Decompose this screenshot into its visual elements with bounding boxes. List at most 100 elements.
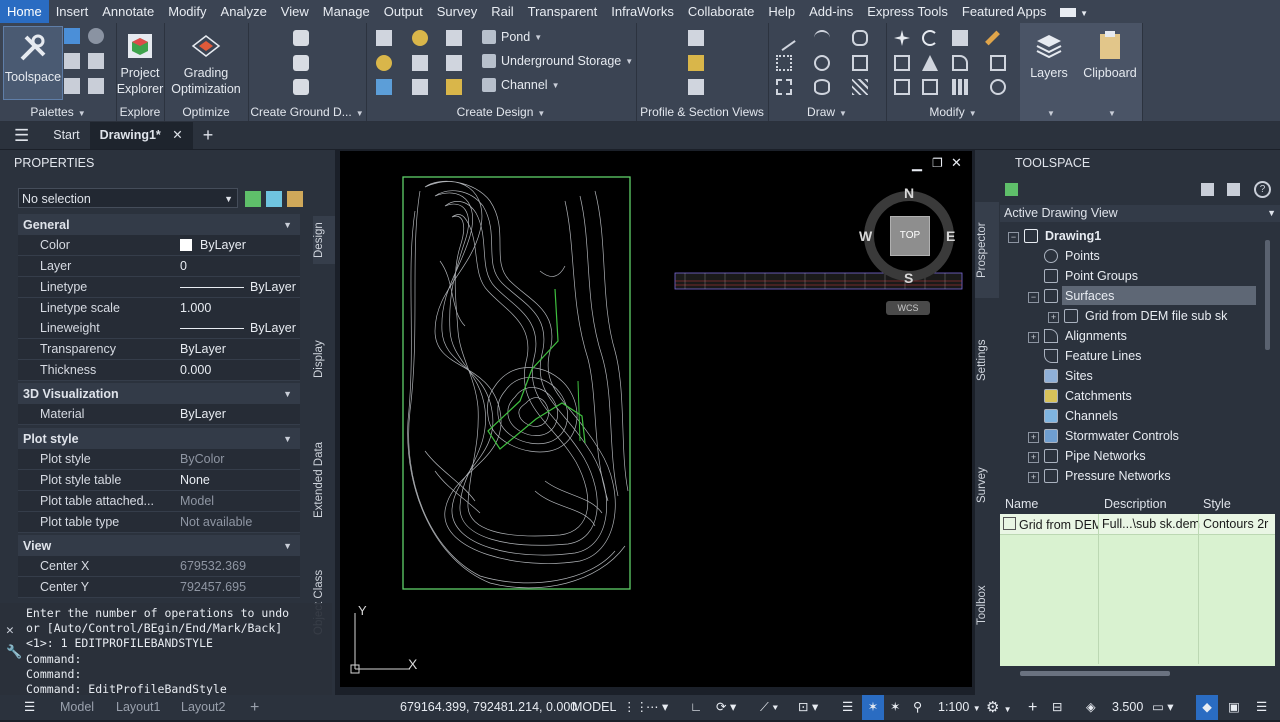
menu-output[interactable]: Output — [377, 0, 430, 23]
parcel-icon[interactable] — [376, 30, 392, 46]
tree-node-stormwater-controls[interactable]: Stormwater Controls — [1044, 429, 1179, 443]
expand-icon[interactable]: + — [1048, 312, 1059, 323]
snap-toggle-icon[interactable]: ⋯ ▾ — [646, 695, 668, 720]
polyline-icon[interactable] — [852, 30, 868, 46]
graphics-performance-icon[interactable]: ▭ ▾ — [1152, 695, 1174, 720]
feature-line-icon[interactable] — [412, 30, 428, 46]
tab-start[interactable]: Start — [43, 122, 89, 149]
intersections-icon[interactable] — [376, 79, 392, 95]
tree-node-pipe-networks[interactable]: Pipe Networks — [1044, 449, 1146, 463]
tree-node-point-groups[interactable]: Point Groups — [1044, 269, 1138, 283]
list-header-description[interactable]: Description — [1104, 497, 1167, 511]
annotation-scale-value[interactable]: 1:100 ▼ — [938, 695, 981, 720]
close-tab-icon[interactable]: ✕ — [172, 128, 182, 142]
clipboard-button[interactable]: Clipboard — [1078, 29, 1142, 81]
sheet-set-icon[interactable] — [88, 78, 104, 94]
grading-optimization-button[interactable]: Grading Optimization — [164, 33, 248, 97]
tree-node-feature-lines[interactable]: Feature Lines — [1044, 349, 1141, 363]
clean-screen-icon[interactable]: ▣ — [1228, 695, 1240, 720]
tree-node-surfaces[interactable]: Surfaces — [1044, 289, 1114, 303]
auto-scale-icon[interactable]: ✶ — [890, 695, 900, 720]
traverse-icon[interactable] — [293, 79, 309, 95]
pipe-network-icon[interactable] — [446, 79, 462, 95]
prop-material[interactable]: Material ByLayer — [18, 404, 300, 425]
toolspace-option-icon[interactable] — [1201, 183, 1214, 196]
sample-lines-icon[interactable] — [688, 55, 704, 71]
collapse-icon[interactable]: − — [1028, 292, 1039, 303]
layers-button[interactable]: Layers — [1020, 29, 1078, 81]
palette-tab-design[interactable]: Design — [313, 216, 335, 264]
units-icon[interactable]: ⊟ — [1052, 695, 1062, 720]
expand-icon[interactable]: + — [1028, 332, 1039, 343]
copy-icon[interactable] — [894, 55, 910, 71]
restore-viewport-icon[interactable]: ❐ — [932, 156, 943, 170]
tree-node-grid-surface[interactable]: Grid from DEM file sub sk — [1064, 309, 1227, 323]
annotation-scale-icon[interactable]: ⚲ — [913, 695, 922, 720]
create-ground-data-panel-label[interactable]: Create Ground D... ▼ — [248, 105, 366, 119]
grid-toggle-icon[interactable]: ⋮⋮ — [623, 695, 648, 720]
palette-tab-extended-data[interactable]: Extended Data — [313, 440, 335, 520]
tree-node-alignments[interactable]: Alignments — [1044, 329, 1127, 343]
compass-north-label[interactable]: N — [904, 185, 914, 201]
lineweight-toggle-icon[interactable]: ☰ — [842, 695, 853, 720]
wcs-menu[interactable]: WCS — [886, 301, 930, 315]
list-horizontal-scrollbar[interactable] — [1000, 666, 1275, 682]
annotation-visibility-icon[interactable]: ✶ — [862, 695, 884, 720]
alignment-icon[interactable] — [376, 55, 392, 71]
hamburger-menu-icon[interactable]: ☰ — [0, 122, 43, 149]
prop-lineweight[interactable]: Lineweight ByLayer — [18, 318, 300, 339]
coordinates-readout[interactable]: 679164.399, 792481.214, 0.000 — [400, 695, 577, 720]
elevation-value[interactable]: 3.500 — [1112, 695, 1143, 720]
compass-east-label[interactable]: E — [946, 228, 955, 244]
tree-node-drawing1[interactable]: Drawing1 — [1024, 229, 1101, 243]
toolspace-tab-toolbox[interactable]: Toolbox — [976, 575, 998, 635]
menu-collaborate[interactable]: Collaborate — [681, 0, 762, 23]
rotate-icon[interactable] — [922, 30, 938, 46]
create-design-panel-label[interactable]: Create Design ▼ — [366, 105, 636, 119]
move-icon[interactable] — [894, 30, 910, 46]
menu-featured-apps[interactable]: Featured Apps — [955, 0, 1054, 23]
menu-insert[interactable]: Insert — [49, 0, 96, 23]
project-explorer-button[interactable]: Project Explorer — [116, 31, 164, 97]
panel-layers[interactable]: Layers ▼ — [1020, 23, 1079, 121]
palette-tab-display[interactable]: Display — [313, 335, 335, 383]
prop-transparency[interactable]: Transparency ByLayer — [18, 339, 300, 360]
prop-layer[interactable]: Layer 0 — [18, 256, 300, 277]
polar-tracking-icon[interactable]: ⟳ ▾ — [716, 695, 736, 720]
geolocation-icon[interactable]: ◈ — [1086, 695, 1096, 720]
tree-node-points[interactable]: Points — [1044, 249, 1100, 263]
tab-model[interactable]: Model — [60, 695, 94, 720]
tree-node-sites[interactable]: Sites — [1044, 369, 1093, 383]
minimize-viewport-icon[interactable]: ▁ — [912, 156, 922, 172]
circle-icon[interactable] — [814, 55, 830, 71]
drawing-viewport[interactable]: Y X ▁ ❐ ✕ TOP N S E W WCS — [340, 151, 972, 687]
category-plot-style[interactable]: Plot style ▼ — [18, 428, 300, 449]
prop-center-x[interactable]: Center X 679532.369 — [18, 556, 300, 577]
layout-tabs-menu-icon[interactable]: ☰ — [24, 695, 35, 720]
table-row[interactable]: Grid from DEM Full...\sub sk.dem Contour… — [1000, 514, 1275, 535]
tree-node-pressure-networks[interactable]: Pressure Networks — [1044, 469, 1171, 483]
prop-thickness[interactable]: Thickness 0.000 — [18, 360, 300, 381]
trim-icon[interactable] — [952, 30, 968, 46]
ellipse-icon[interactable] — [814, 79, 830, 95]
menu-express-tools[interactable]: Express Tools — [860, 0, 955, 23]
close-viewport-icon[interactable]: ✕ — [951, 155, 962, 171]
menu-modify[interactable]: Modify — [161, 0, 213, 23]
prop-linetype-scale[interactable]: Linetype scale 1.000 — [18, 298, 300, 319]
viewcube-top-face[interactable]: TOP — [890, 216, 930, 256]
workspace-gear-icon[interactable]: ⚙ ▼ — [986, 695, 1012, 720]
toolspace-tab-settings[interactable]: Settings — [976, 330, 998, 390]
explode-icon[interactable] — [990, 55, 1006, 71]
list-header-style[interactable]: Style — [1203, 497, 1231, 511]
add-layout-plus-icon[interactable]: + — [250, 695, 259, 720]
prop-linetype[interactable]: Linetype ByLayer — [18, 277, 300, 298]
draw-panel-label[interactable]: Draw ▼ — [768, 105, 886, 119]
toolspace-option-icon[interactable] — [1227, 183, 1240, 196]
design-center-icon[interactable] — [64, 78, 80, 94]
toolspace-button[interactable]: Toolspace — [3, 26, 63, 100]
scrollbar-thumb[interactable] — [1020, 671, 1170, 676]
prop-center-y[interactable]: Center Y 792457.695 — [18, 577, 300, 598]
underground-storage-button[interactable]: Underground Storage ▼ — [482, 54, 633, 68]
assembly-icon[interactable] — [412, 79, 428, 95]
new-tab-plus-icon[interactable]: + — [193, 122, 224, 149]
